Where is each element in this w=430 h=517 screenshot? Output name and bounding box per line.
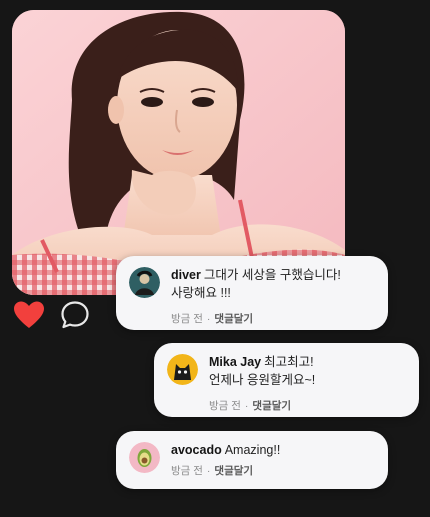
comment-button[interactable] — [58, 298, 91, 331]
comment-message: 그대가 세상을 구했습니다! — [203, 268, 341, 282]
cat-avatar-icon[interactable] — [167, 354, 198, 385]
meta-separator: · — [244, 399, 249, 412]
reaction-bar — [12, 298, 91, 331]
comment-text: avocado Amazing!! — [171, 441, 374, 459]
reply-button[interactable]: 댓글달기 — [252, 398, 291, 413]
comment-timestamp: 방금 전 — [171, 465, 203, 477]
post-photo[interactable] — [12, 10, 345, 295]
avocado-avatar-icon[interactable] — [129, 442, 160, 473]
comment-card: Mika Jay 최고최고! 언제나 응원할게요~! 방금 전 · 댓글달기 — [154, 343, 419, 417]
reply-button[interactable]: 댓글달기 — [214, 463, 253, 478]
like-button[interactable] — [12, 298, 45, 331]
comment-meta: 방금 전 · 댓글달기 — [171, 311, 374, 326]
comment-username[interactable]: diver — [171, 268, 201, 282]
comment-timestamp: 방금 전 — [171, 313, 203, 325]
comment-message: 최고최고! — [264, 355, 314, 369]
comment-meta: 방금 전 · 댓글달기 — [209, 398, 405, 413]
portrait-photo-image — [12, 10, 345, 295]
comment-message: Amazing!! — [224, 443, 281, 457]
meta-separator: · — [206, 464, 211, 477]
reply-button[interactable]: 댓글달기 — [214, 311, 253, 326]
heart-icon — [13, 301, 44, 328]
comment-text: diver 그대가 세상을 구했습니다! 사랑해요 !!! — [171, 266, 374, 302]
comment-message-line2: 언제나 응원할게요~! — [209, 373, 316, 387]
comment-username[interactable]: avocado — [171, 443, 222, 457]
comment-card: avocado Amazing!! 방금 전 · 댓글달기 — [116, 431, 388, 489]
comment-card: diver 그대가 세상을 구했습니다! 사랑해요 !!! 방금 전 · 댓글달기 — [116, 256, 388, 330]
comment-text: Mika Jay 최고최고! 언제나 응원할게요~! — [209, 353, 405, 389]
comment-message-line2: 사랑해요 !!! — [171, 286, 231, 300]
comment-username[interactable]: Mika Jay — [209, 355, 261, 369]
comment-meta: 방금 전 · 댓글달기 — [171, 463, 374, 478]
comment-icon — [60, 300, 89, 328]
meta-separator: · — [206, 312, 211, 325]
diver-avatar-icon[interactable] — [129, 267, 160, 298]
comment-timestamp: 방금 전 — [209, 400, 241, 412]
